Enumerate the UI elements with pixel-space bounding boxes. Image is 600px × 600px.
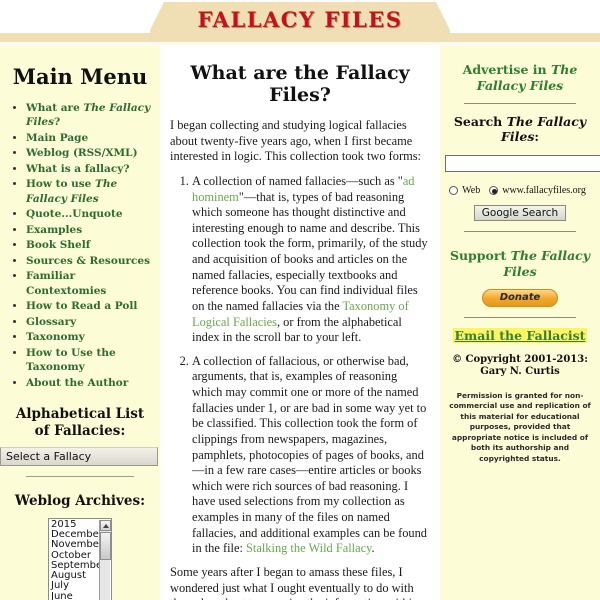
item1-text-b: "—that is, types of bad reasoning which … bbox=[192, 189, 428, 313]
sidebar-menu-item-label: Familiar Contextomies bbox=[26, 270, 107, 297]
sidebar-menu-item[interactable]: Examples bbox=[26, 223, 156, 237]
list-item: A collection of fallacious, or otherwise… bbox=[192, 354, 430, 557]
sidebar-menu-item-label: What are The Fallacy Files? bbox=[26, 102, 151, 129]
divider bbox=[464, 316, 576, 318]
sidebar-menu-item-label: Weblog (RSS/XML) bbox=[26, 147, 138, 160]
support-heading: Support The Fallacy Files bbox=[448, 248, 592, 279]
radio-web-label: Web bbox=[462, 185, 481, 197]
sidebar-menu-item-label: Main Page bbox=[26, 131, 89, 144]
sidebar-menu-item[interactable]: Taxonomy bbox=[26, 330, 156, 344]
collection-forms-list: A collection of named fallacies—such as … bbox=[170, 174, 430, 557]
sidebar-menu-item[interactable]: How to Read a Poll bbox=[26, 299, 156, 313]
fallacy-select[interactable]: Select a Fallacy bbox=[0, 447, 158, 467]
main-menu-list: What are The Fallacy Files? Main Page Webl… bbox=[0, 101, 156, 390]
sidebar-menu-item-label: How to Use the Taxonomy bbox=[26, 346, 116, 374]
right-sidebar: Advertise in The Fallacy Files Search Th… bbox=[440, 46, 600, 600]
scrollbar-thumb[interactable] bbox=[100, 531, 111, 560]
divider bbox=[464, 103, 576, 105]
sidebar-menu-item-label: Taxonomy bbox=[26, 331, 85, 344]
alphabetical-list-heading: Alphabetical List of Fallacies: bbox=[15, 406, 145, 439]
scroll-up-icon[interactable] bbox=[100, 519, 111, 531]
intro-paragraph: I began collecting and studying logical … bbox=[170, 118, 421, 164]
email-fallacist-link[interactable]: Email the Fallacist bbox=[452, 327, 588, 343]
sidebar-menu-item-label: What is a fallacy? bbox=[26, 162, 130, 175]
sidebar-menu-item[interactable]: Book Shelf bbox=[26, 238, 156, 252]
radio-web[interactable] bbox=[449, 186, 459, 196]
search-emphasis: The Fallacy Files bbox=[501, 114, 587, 145]
sidebar-menu-item-emphasis: The Fallacy Files bbox=[26, 102, 151, 129]
item2-text-b: . bbox=[371, 541, 375, 556]
support-emphasis: The Fallacy Files bbox=[503, 248, 591, 279]
page-root: FALLACY FILES Main Menu What are The Fal… bbox=[0, 0, 600, 600]
sidebar-menu-item-label: How to Read a Poll bbox=[26, 300, 138, 313]
support-text: Support bbox=[449, 248, 511, 264]
archives-listbox-wrap: 2015 December November October September Augu… bbox=[48, 517, 112, 600]
sidebar-menu-item[interactable]: Quote...Unquote bbox=[26, 207, 156, 221]
sidebar-menu-item-emphasis: The Fallacy Files bbox=[26, 178, 118, 205]
sidebar-menu-item-label: Book Shelf bbox=[26, 239, 91, 252]
sidebar-menu-item-label: Glossary bbox=[26, 315, 77, 328]
archives-listbox[interactable]: 2015 December November October September Augu… bbox=[48, 517, 112, 600]
history-paragraph: Some years after I began to amass these … bbox=[170, 565, 430, 600]
search-text: Search bbox=[453, 114, 507, 130]
sidebar-menu-item[interactable]: Familiar Contextomies bbox=[26, 269, 156, 298]
sidebar-menu-item-label: Sources & Resources bbox=[26, 254, 151, 267]
sidebar-menu-item[interactable]: Sources & Resources bbox=[26, 254, 156, 268]
copyright-notice: © Copyright 2001-2013: Gary N. Curtis bbox=[452, 353, 588, 378]
sidebar-menu-item[interactable]: What are The Fallacy Files? bbox=[26, 101, 156, 130]
sidebar-menu-item-label: Examples bbox=[26, 223, 83, 236]
weblog-archives-heading: Weblog Archives: bbox=[14, 493, 146, 510]
site-header: FALLACY FILES bbox=[0, 0, 600, 46]
search-input[interactable] bbox=[445, 155, 600, 173]
sidebar-menu-item[interactable]: How to Use the Taxonomy bbox=[26, 346, 156, 375]
advertise-text: Advertise in bbox=[462, 62, 551, 77]
sidebar-menu-item-label: How to use The Fallacy Files bbox=[26, 178, 118, 205]
stalking-wild-fallacy-link[interactable]: Stalking the Wild Fallacy bbox=[246, 541, 371, 555]
site-title: FALLACY FILES bbox=[197, 7, 403, 32]
sidebar-menu-item-label: Quote...Unquote bbox=[26, 208, 123, 221]
item2-text-a: A collection of fallacious, or otherwise… bbox=[192, 353, 427, 556]
radio-site[interactable] bbox=[489, 186, 499, 196]
sidebar-menu-item[interactable]: How to use The Fallacy Files bbox=[26, 177, 156, 206]
google-search-button[interactable]: Google Search bbox=[473, 205, 567, 222]
permission-notice: Permission is granted for non-commercial… bbox=[449, 390, 591, 463]
main-menu-heading: Main Menu bbox=[12, 64, 148, 89]
divider bbox=[464, 231, 576, 233]
search-heading: Search The Fallacy Files: bbox=[444, 114, 596, 144]
item1-text-a: A collection of named fallacies—such as … bbox=[192, 173, 403, 188]
sidebar-menu-item-label: About the Author bbox=[26, 376, 129, 389]
search-colon: : bbox=[534, 129, 539, 145]
sidebar-menu-item[interactable]: Weblog (RSS/XML) bbox=[26, 146, 156, 160]
page-title: What are the Fallacy Files? bbox=[190, 62, 410, 106]
sidebar-menu-item[interactable]: About the Author bbox=[26, 376, 156, 390]
sidebar-menu-item[interactable]: Glossary bbox=[26, 315, 156, 329]
main-content: What are the Fallacy Files? I began coll… bbox=[160, 46, 440, 600]
search-scope-radios: Web www.fallacyfiles.org bbox=[440, 185, 600, 196]
divider bbox=[26, 476, 134, 478]
radio-site-label: www.fallacyfiles.org bbox=[502, 185, 586, 197]
left-sidebar: Main Menu What are The Fallacy Files? Mai… bbox=[0, 46, 160, 600]
donate-button[interactable]: Donate bbox=[482, 288, 558, 307]
list-item: A collection of named fallacies—such as … bbox=[192, 174, 430, 346]
para3-text-a: Some years after I began to amass these … bbox=[170, 564, 418, 600]
sidebar-menu-item[interactable]: Main Page bbox=[26, 131, 156, 145]
sidebar-menu-item[interactable]: What is a fallacy? bbox=[26, 162, 156, 176]
advertise-heading[interactable]: Advertise in The Fallacy Files bbox=[448, 62, 592, 93]
listbox-scrollbar[interactable] bbox=[99, 519, 111, 600]
